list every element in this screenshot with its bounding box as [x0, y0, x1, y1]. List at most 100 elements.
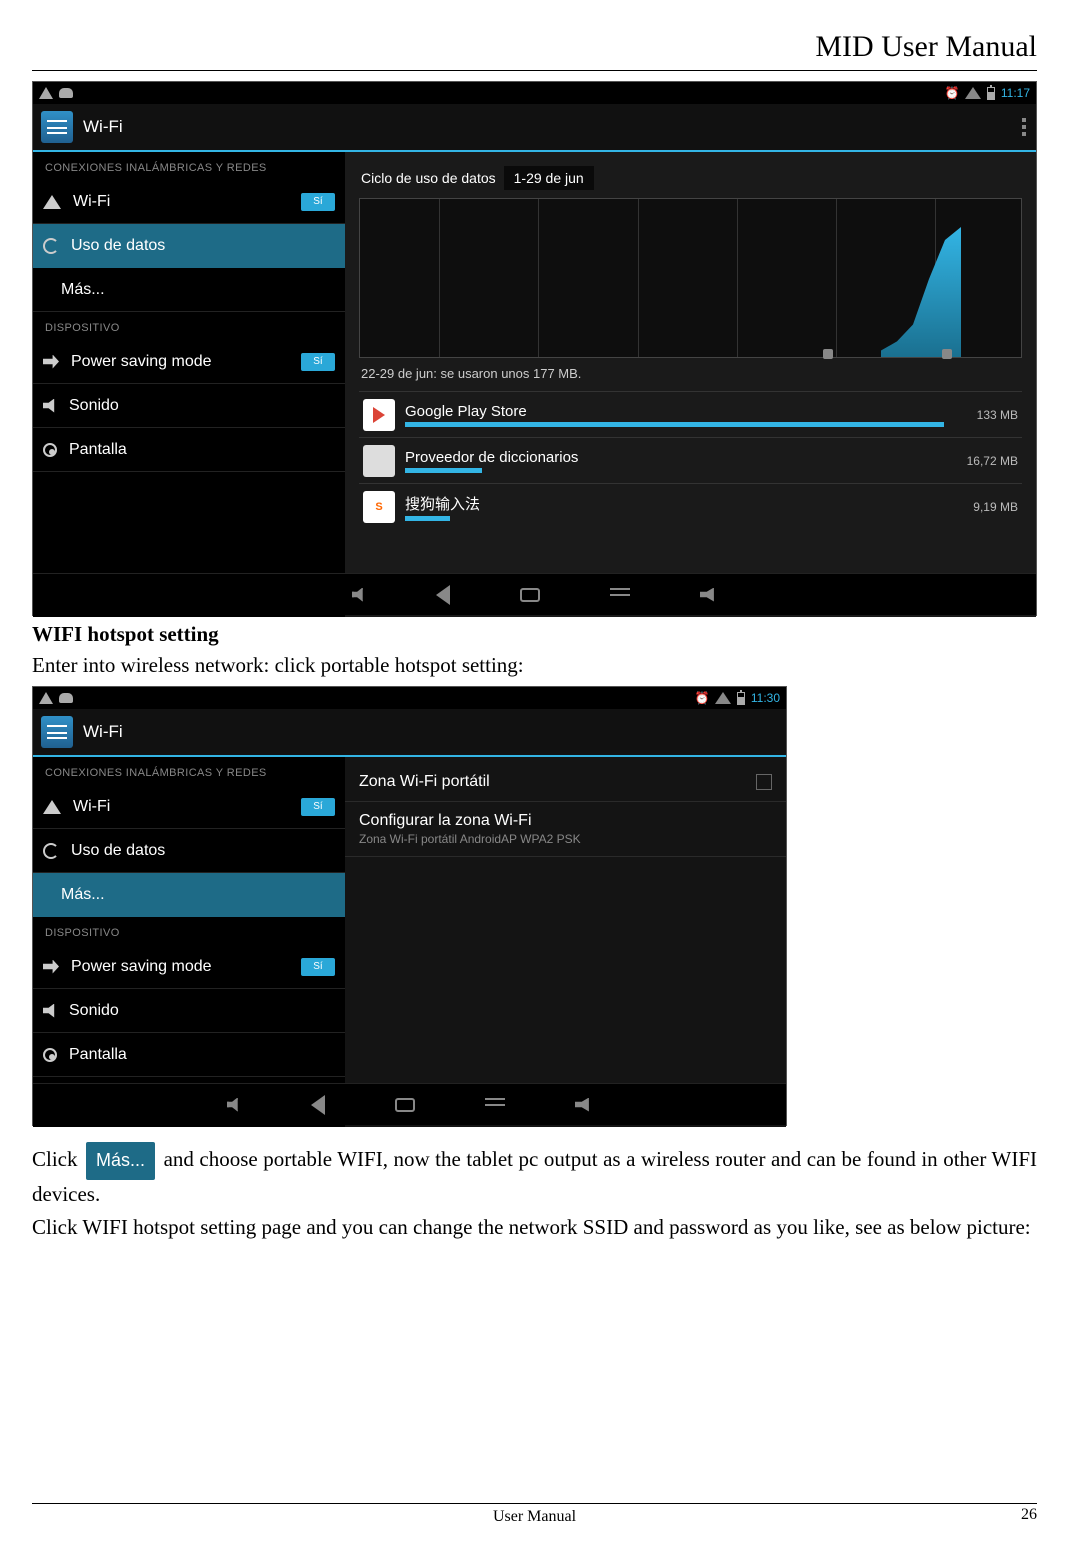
section-heading: WIFI hotspot setting [32, 622, 1037, 647]
sidebar-item-label: Wi-Fi [73, 798, 110, 816]
app-usage-bar [405, 468, 482, 473]
page-number: 26 [1021, 1506, 1037, 1524]
section-header-device: DISPOSITIVO [33, 917, 345, 945]
volume-up-icon[interactable] [700, 588, 718, 602]
status-time: 11:17 [1001, 86, 1030, 100]
screenshot-data-usage: 11:17 Wi-Fi CONEXIONES INALÁMBRICAS Y RE… [32, 81, 1037, 616]
app-name: Proveedor de diccionarios [405, 449, 957, 466]
display-icon [43, 443, 57, 457]
settings-sidebar: CONEXIONES INALÁMBRICAS Y REDES Wi-Fi Sí… [33, 757, 345, 1127]
debug-icon [59, 88, 73, 98]
sidebar-item-label: Pantalla [69, 1046, 127, 1064]
chart-handle-left[interactable] [823, 349, 833, 359]
recent-apps-icon[interactable] [610, 594, 630, 596]
sidebar-item-more[interactable]: Más... [33, 268, 345, 312]
sidebar-item-label: Wi-Fi [73, 193, 110, 211]
sidebar-item-data-usage[interactable]: Uso de datos [33, 224, 345, 268]
app-name: Google Play Store [405, 403, 967, 420]
app-size: 9,19 MB [973, 500, 1018, 514]
volume-down-icon[interactable] [227, 1098, 241, 1112]
section-header-wireless: CONEXIONES INALÁMBRICAS Y REDES [33, 757, 345, 785]
settings-icon[interactable] [41, 111, 73, 143]
display-icon [43, 1048, 57, 1062]
sidebar-item-label: Power saving mode [71, 958, 212, 976]
paragraph-1: Click Más... and choose portable WIFI, n… [32, 1142, 1037, 1209]
sidebar-item-data-usage[interactable]: Uso de datos [33, 829, 345, 873]
home-icon[interactable] [520, 588, 540, 602]
alarm-icon [695, 691, 709, 705]
navigation-bar [33, 1083, 786, 1125]
app-icon [363, 445, 395, 477]
wifi-icon [43, 195, 61, 209]
navigation-bar [33, 573, 1036, 615]
back-icon[interactable] [436, 585, 450, 605]
row-sublabel: Zona Wi-Fi portátil AndroidAP WPA2 PSK [359, 832, 772, 846]
sound-icon [43, 399, 57, 413]
app-title: Wi-Fi [83, 117, 123, 137]
sidebar-item-label: Pantalla [69, 441, 127, 459]
hotspot-configure-row[interactable]: Configurar la zona Wi-Fi Zona Wi-Fi port… [345, 802, 786, 857]
sidebar-item-more[interactable]: Más... [33, 873, 345, 917]
data-usage-panel: Ciclo de uso de datos 1-29 de jun 22-29 … [345, 152, 1036, 617]
sound-icon [43, 1004, 57, 1018]
document-title: MID User Manual [32, 30, 1037, 64]
sidebar-item-sound[interactable]: Sonido [33, 384, 345, 428]
sidebar-item-label: Uso de datos [71, 842, 165, 860]
sidebar-item-power-saving[interactable]: Power saving mode Sí [33, 945, 345, 989]
app-name: 搜狗输入法 [405, 493, 963, 514]
sidebar-item-sound[interactable]: Sonido [33, 989, 345, 1033]
volume-up-icon[interactable] [575, 1098, 593, 1112]
overflow-menu-icon[interactable] [1022, 118, 1026, 136]
app-title: Wi-Fi [83, 722, 123, 742]
cycle-range-dropdown[interactable]: 1-29 de jun [504, 166, 594, 190]
app-usage-bar [405, 422, 944, 427]
settings-sidebar: CONEXIONES INALÁMBRICAS Y REDES Wi-Fi Sí… [33, 152, 345, 617]
row-label: Configurar la zona Wi-Fi [359, 812, 772, 830]
app-title-bar: Wi-Fi [33, 709, 786, 757]
app-size: 133 MB [977, 408, 1018, 422]
sidebar-item-wifi[interactable]: Wi-Fi Sí [33, 785, 345, 829]
volume-down-icon[interactable] [352, 588, 366, 602]
warning-icon [39, 692, 53, 704]
row-label: Zona Wi-Fi portátil [359, 773, 490, 791]
sidebar-item-label: Más... [61, 886, 105, 904]
status-time: 11:30 [751, 691, 780, 705]
back-icon[interactable] [311, 1095, 325, 1115]
settings-icon[interactable] [41, 716, 73, 748]
data-usage-chart[interactable] [359, 198, 1022, 358]
app-size: 16,72 MB [967, 454, 1018, 468]
status-bar: 11:30 [33, 687, 786, 709]
checkbox[interactable] [756, 774, 772, 790]
status-bar: 11:17 [33, 82, 1036, 104]
data-usage-icon [43, 843, 59, 859]
home-icon[interactable] [395, 1098, 415, 1112]
alarm-icon [945, 86, 959, 100]
sidebar-item-wifi[interactable]: Wi-Fi Sí [33, 180, 345, 224]
hotspot-zone-row[interactable]: Zona Wi-Fi portátil [345, 763, 786, 802]
footer-center-text: User Manual [493, 1508, 576, 1526]
app-usage-row[interactable]: S 搜狗输入法 9,19 MB [359, 483, 1022, 529]
mas-button-inline: Más... [86, 1142, 155, 1180]
power-saving-icon [43, 960, 59, 974]
wifi-toggle[interactable]: Sí [301, 193, 335, 211]
psm-toggle[interactable]: Sí [301, 958, 335, 976]
cycle-label: Ciclo de uso de datos [361, 170, 496, 186]
play-store-icon [363, 399, 395, 431]
app-usage-row[interactable]: Proveedor de diccionarios 16,72 MB [359, 437, 1022, 483]
sidebar-item-label: Power saving mode [71, 353, 212, 371]
sidebar-item-label: Sonido [69, 397, 119, 415]
usage-summary-text: 22-29 de jun: se usaron unos 177 MB. [361, 366, 1022, 381]
chart-handle-right[interactable] [942, 349, 952, 359]
battery-icon [987, 87, 995, 100]
psm-toggle[interactable]: Sí [301, 353, 335, 371]
wifi-toggle[interactable]: Sí [301, 798, 335, 816]
warning-icon [39, 87, 53, 99]
sidebar-item-power-saving[interactable]: Power saving mode Sí [33, 340, 345, 384]
page-footer: User Manual 26 [32, 1503, 1037, 1526]
app-usage-bar [405, 516, 450, 521]
sidebar-item-display[interactable]: Pantalla [33, 428, 345, 472]
instruction-text: Enter into wireless network: click porta… [32, 653, 1037, 678]
app-usage-row[interactable]: Google Play Store 133 MB [359, 391, 1022, 437]
sidebar-item-display[interactable]: Pantalla [33, 1033, 345, 1077]
recent-apps-icon[interactable] [485, 1104, 505, 1106]
